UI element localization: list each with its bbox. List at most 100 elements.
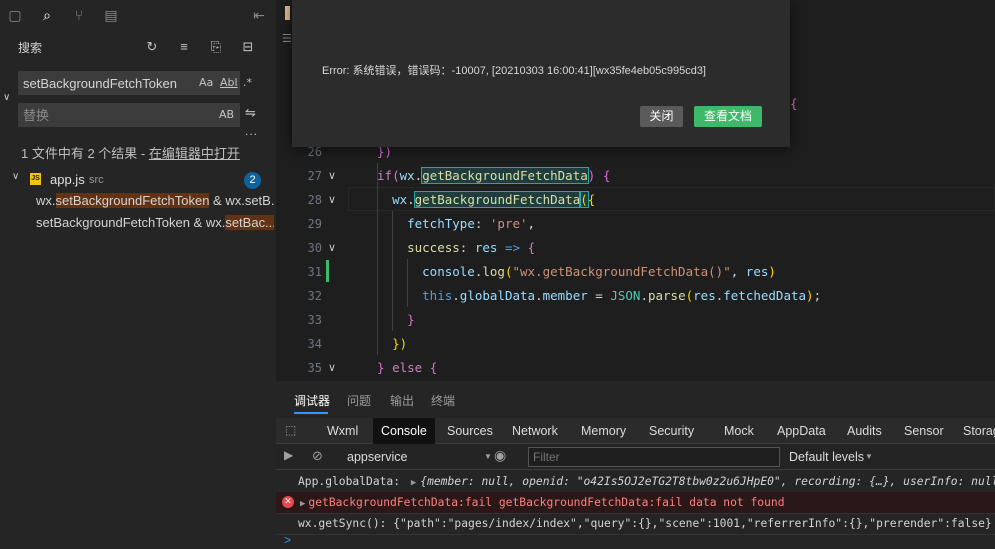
console-value: wx.getSync(): {"path":"pages/index/index…	[298, 517, 992, 530]
new-search-editor-icon[interactable]: ⎘	[207, 38, 225, 56]
code-line-29: fetchType: 'pre',	[407, 216, 536, 231]
panel-tab-mock[interactable]: Mock	[724, 418, 754, 444]
preserve-case-option[interactable]: AB	[219, 108, 234, 121]
chevron-down-icon[interactable]: ▼	[865, 452, 873, 461]
log-levels-select[interactable]: Default levels	[789, 450, 864, 464]
match-highlight: setBac...	[225, 215, 274, 230]
clear-results-icon[interactable]: ≡	[175, 38, 193, 56]
code-brace: {	[790, 96, 798, 111]
console-prompt[interactable]: >	[284, 533, 291, 547]
panel-tab-console[interactable]: Console	[373, 418, 435, 444]
list-item[interactable]: setBackgroundFetchToken & wx.setBac...	[36, 215, 274, 230]
code-line-31: console.log("wx.getBackgroundFetchData()…	[422, 264, 776, 279]
list-item[interactable]: wx.setBackgroundFetchToken & wx.setB...	[36, 193, 274, 208]
line-number: 31	[307, 265, 322, 279]
code-line-34: })	[392, 336, 408, 351]
console-error-text: getBackgroundFetchData:fail getBackgroun…	[308, 496, 785, 509]
tab-problems[interactable]: 问题	[347, 392, 371, 409]
tab-debugger[interactable]: 调试器	[294, 392, 330, 409]
outline-icon[interactable]: ☰	[282, 32, 292, 45]
refresh-icon[interactable]: ↻	[143, 38, 161, 56]
console-error[interactable]: ✕ ▶ getBackgroundFetchData:fail getBackgr…	[276, 492, 995, 514]
explorer-icon[interactable]: ▢	[6, 6, 24, 24]
results-count-text: 1 文件中有 2 个结果 -	[21, 146, 149, 161]
whole-word-option[interactable]: Abl	[220, 76, 238, 89]
eye-icon[interactable]: ◉	[494, 447, 506, 464]
panel-tab-storage[interactable]: Storag	[963, 418, 995, 444]
file-name: app.js	[50, 172, 85, 187]
devtools-panel-tabs: ⬚ Wxml Console Sources Network Memory Se…	[276, 418, 995, 444]
panel-tab-memory[interactable]: Memory	[581, 418, 626, 444]
error-icon: ✕	[282, 496, 294, 508]
sidebar-title: 搜索	[18, 41, 43, 55]
tab-terminal[interactable]: 终端	[431, 392, 455, 409]
git-added-marker	[326, 260, 329, 282]
code-line-35: } else {	[377, 360, 438, 375]
line-number: 29	[307, 217, 322, 231]
match-prefix: wx.	[36, 193, 56, 208]
line-number: 33	[307, 313, 322, 327]
source-control-icon[interactable]: ⑂	[70, 6, 88, 24]
console-value: {member: null, openid: "o42Is5OJ2eTG2T8t…	[420, 475, 995, 488]
console-message[interactable]: App.globalData: ▶ {member: null, openid: …	[276, 471, 995, 493]
chevron-down-icon[interactable]: ∨	[12, 171, 19, 182]
line-number: 35	[307, 361, 322, 375]
js-file-icon: JS	[30, 173, 41, 185]
replace-all-icon[interactable]: ⇋	[245, 105, 256, 121]
line-number: 32	[307, 289, 322, 303]
collapse-sidebar-icon[interactable]: ⇤	[250, 6, 268, 24]
line-number: 30	[307, 241, 322, 255]
console-filter-input[interactable]	[528, 447, 780, 467]
panel-tab-appdata[interactable]: AppData	[777, 418, 826, 444]
regex-option[interactable]: .*	[243, 76, 252, 89]
search-icon[interactable]: ⌕	[38, 6, 56, 24]
error-message: Error: 系统错误，错误码：-10007, [20210303 16:00:…	[322, 65, 706, 77]
file-dir: src	[89, 174, 104, 186]
clear-console-icon[interactable]: ⊘	[312, 448, 323, 464]
panel-tab-wxml[interactable]: Wxml	[327, 418, 358, 444]
replace-field[interactable]: AB	[18, 103, 240, 127]
sidebar-toggle-icon[interactable]: ▶	[284, 448, 293, 462]
chevron-down-icon[interactable]: ▼	[484, 452, 492, 461]
match-case-option[interactable]: Aa	[199, 76, 213, 89]
tab-output[interactable]: 输出	[390, 392, 414, 409]
toggle-replace-icon[interactable]: ∨	[3, 92, 10, 103]
code-line-33: }	[407, 312, 415, 327]
error-dialog: Error: 系统错误，错误码：-10007, [20210303 16:00:…	[292, 0, 790, 147]
line-number: 34	[307, 337, 322, 351]
context-select[interactable]: appservice	[347, 450, 407, 464]
fold-chevron-icon[interactable]: ∨	[328, 169, 336, 182]
fold-chevron-icon[interactable]: ∨	[328, 241, 336, 254]
code-line-27: if(wx.getBackgroundFetchData) {	[377, 167, 611, 184]
console-message[interactable]: wx.getSync(): {"path":"pages/index/index…	[276, 513, 995, 535]
panel-tab-network[interactable]: Network	[512, 418, 558, 444]
inspect-element-icon[interactable]: ⬚	[285, 423, 296, 437]
devtools-panel: 调试器 问题 输出 终端 ⬚ Wxml Console Sources Netw…	[276, 381, 995, 549]
active-tab-indicator	[294, 412, 328, 414]
panel-tab-security[interactable]: Security	[649, 418, 694, 444]
line-number: 26	[307, 145, 322, 159]
code-line-30: success: res => {	[407, 240, 536, 255]
code-line-28: wx.getBackgroundFetchData({	[392, 191, 596, 208]
more-options-icon[interactable]: ...	[245, 124, 258, 138]
replace-input[interactable]	[23, 107, 193, 123]
panel-tab-audits[interactable]: Audits	[847, 418, 882, 444]
search-field[interactable]: Aa Abl .*	[18, 71, 252, 95]
open-in-editor-link[interactable]: 在编辑器中打开	[149, 146, 240, 161]
panel-tab-sources[interactable]: Sources	[447, 418, 493, 444]
result-file-row[interactable]: ∨ JS app.js src 2	[0, 170, 276, 190]
line-number: 27	[307, 169, 322, 183]
fold-chevron-icon[interactable]: ∨	[328, 193, 336, 206]
view-docs-button[interactable]: 查看文档	[694, 106, 762, 127]
panel-tab-sensor[interactable]: Sensor	[904, 418, 944, 444]
close-button[interactable]: 关闭	[640, 106, 683, 127]
extensions-icon[interactable]: ▤	[102, 6, 120, 24]
match-count-badge: 2	[244, 172, 261, 189]
search-sidebar: ▢ ⌕ ⑂ ▤ ⇤ 搜索 ↻ ≡ ⎘ ⊟ ∨ Aa Abl .* AB ⇋ ..…	[0, 0, 276, 549]
line-number: 28	[307, 193, 322, 207]
search-input[interactable]	[23, 75, 193, 91]
match-suffix: & wx.setB...	[213, 193, 274, 208]
fold-chevron-icon[interactable]: ∨	[328, 361, 336, 374]
collapse-all-icon[interactable]: ⊟	[239, 38, 257, 56]
expand-triangle-icon[interactable]: ▶	[407, 478, 420, 488]
